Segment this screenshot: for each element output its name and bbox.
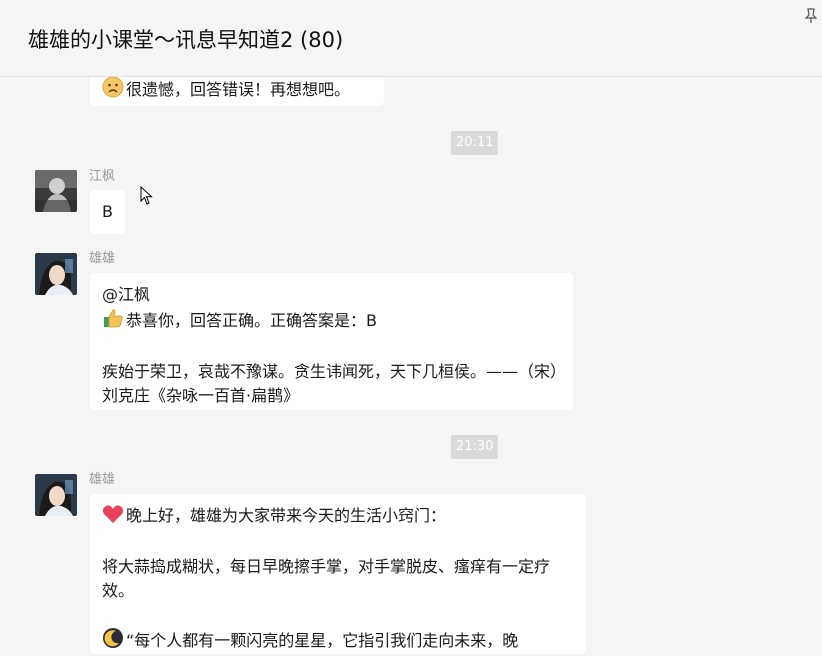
- moon-emoji: [102, 627, 124, 656]
- message-text: “每个人都有一颗闪亮的星星，它指引我们走向未来，晚: [126, 631, 519, 650]
- message-list[interactable]: 很遗憾，回答错误！再想想吧。 20:11 江枫 B 雄雄 @江枫 恭喜你，回答正…: [0, 0, 822, 654]
- message-text: B: [102, 202, 113, 221]
- mouse-cursor-icon: [140, 185, 154, 210]
- pin-icon[interactable]: [804, 8, 818, 24]
- sender-name: 雄雄: [89, 472, 116, 487]
- avatar[interactable]: [35, 474, 77, 516]
- message-bubble[interactable]: @江枫 恭喜你，回答正确。正确答案是：B 疾始于荣卫，哀哉不豫谋。贪生讳闻死，天…: [90, 273, 573, 410]
- sender-name: 雄雄: [89, 251, 116, 266]
- sender-name: 江枫: [89, 169, 116, 184]
- sad-face-emoji: [102, 76, 124, 105]
- message-text: 晚上好，雄雄为大家带来今天的生活小窍门：: [126, 506, 447, 525]
- chat-title: 雄雄的小课堂～讯息早知道2 (80): [28, 28, 344, 52]
- heart-emoji: [102, 504, 124, 531]
- message-bubble[interactable]: B: [90, 190, 125, 234]
- message-text: 疾始于荣卫，哀哉不豫谋。贪生讳闻死，天下几桓侯。——（宋）刘克庄《杂咏一百首·扁…: [102, 362, 559, 405]
- avatar[interactable]: [35, 253, 77, 295]
- chat-header: 雄雄的小课堂～讯息早知道2 (80): [0, 0, 822, 77]
- thumbs-up-emoji: [102, 307, 124, 336]
- message-text: 很遗憾，回答错误！再想想吧。: [126, 80, 351, 99]
- avatar[interactable]: [35, 170, 77, 212]
- timestamp: 21:30: [451, 435, 499, 459]
- message-text: 恭喜你，回答正确。正确答案是：B: [126, 311, 377, 330]
- message-bubble[interactable]: 晚上好，雄雄为大家带来今天的生活小窍门： 将大蒜捣成糊状，每日早晚擦手掌，对手掌…: [90, 494, 586, 654]
- timestamp: 20:11: [451, 131, 499, 155]
- mention-text: @江枫: [102, 285, 151, 304]
- message-text: 将大蒜捣成糊状，每日早晚擦手掌，对手掌脱皮、瘙痒有一定疗效。: [102, 557, 551, 600]
